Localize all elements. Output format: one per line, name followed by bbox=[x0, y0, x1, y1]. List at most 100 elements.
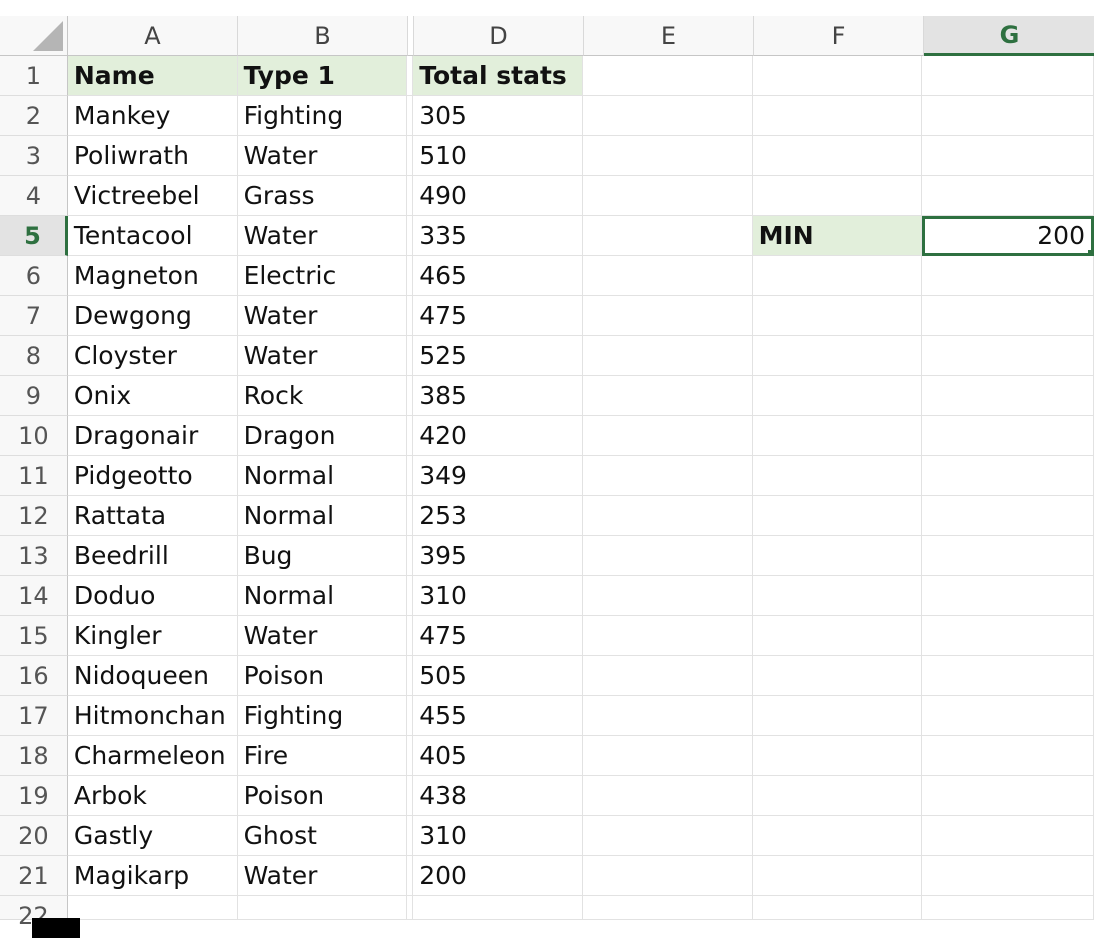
cell-e[interactable] bbox=[582, 256, 753, 296]
cell-a[interactable]: Tentacool bbox=[67, 216, 238, 256]
cell-a[interactable]: Dewgong bbox=[67, 296, 238, 336]
cell-a[interactable]: Arbok bbox=[67, 776, 238, 816]
cell-f[interactable] bbox=[752, 136, 923, 176]
cell-b[interactable]: Water bbox=[237, 336, 408, 376]
cell-d[interactable]: 490 bbox=[413, 176, 583, 216]
cell-b[interactable]: Normal bbox=[237, 456, 408, 496]
cell-e[interactable] bbox=[582, 736, 753, 776]
cell-f[interactable] bbox=[752, 56, 923, 96]
cell-d[interactable]: 310 bbox=[413, 576, 583, 616]
cell-g[interactable] bbox=[922, 856, 1094, 896]
cell-f[interactable] bbox=[752, 856, 923, 896]
row-header[interactable]: 13 bbox=[0, 536, 68, 576]
cell-f[interactable] bbox=[752, 736, 923, 776]
cell-d[interactable]: 200 bbox=[413, 856, 583, 896]
cell-e[interactable] bbox=[582, 216, 753, 256]
cell-f[interactable] bbox=[752, 816, 923, 856]
row-header[interactable]: 14 bbox=[0, 576, 68, 616]
cell-e[interactable] bbox=[582, 136, 753, 176]
cell-b[interactable]: Fighting bbox=[237, 696, 408, 736]
cell-b[interactable] bbox=[237, 896, 408, 920]
column-header-f[interactable]: F bbox=[754, 16, 924, 56]
cell-f[interactable] bbox=[752, 456, 923, 496]
cell-d[interactable]: 405 bbox=[413, 736, 583, 776]
cell-a[interactable]: Name bbox=[67, 56, 238, 96]
cell-g[interactable] bbox=[922, 536, 1094, 576]
row-header[interactable]: 19 bbox=[0, 776, 68, 816]
cell-b[interactable]: Water bbox=[237, 856, 408, 896]
cell-g[interactable] bbox=[922, 616, 1094, 656]
cell-g[interactable] bbox=[922, 736, 1094, 776]
cell-a[interactable]: Cloyster bbox=[67, 336, 238, 376]
cell-d[interactable]: 310 bbox=[413, 816, 583, 856]
cell-g[interactable] bbox=[922, 176, 1094, 216]
cell-f[interactable] bbox=[752, 896, 923, 920]
row-header[interactable]: 17 bbox=[0, 696, 68, 736]
cell-a[interactable]: Charmeleon bbox=[67, 736, 238, 776]
cell-f[interactable] bbox=[752, 696, 923, 736]
row-header[interactable]: 10 bbox=[0, 416, 68, 456]
cell-g[interactable] bbox=[922, 656, 1094, 696]
cell-f[interactable] bbox=[752, 96, 923, 136]
column-header-b[interactable]: B bbox=[238, 16, 408, 56]
cell-g[interactable] bbox=[922, 456, 1094, 496]
cell-g[interactable] bbox=[922, 56, 1094, 96]
cell-g[interactable] bbox=[922, 296, 1094, 336]
cell-g[interactable] bbox=[922, 256, 1094, 296]
cell-d[interactable]: 395 bbox=[413, 536, 583, 576]
cell-b[interactable]: Water bbox=[237, 216, 408, 256]
cell-a[interactable]: Gastly bbox=[67, 816, 238, 856]
cell-d[interactable]: 510 bbox=[413, 136, 583, 176]
cell-g[interactable] bbox=[922, 416, 1094, 456]
cell-f[interactable] bbox=[752, 336, 923, 376]
cell-e[interactable] bbox=[582, 176, 753, 216]
cell-a[interactable]: Magikarp bbox=[67, 856, 238, 896]
cell-a[interactable]: Mankey bbox=[67, 96, 238, 136]
cell-g[interactable] bbox=[922, 496, 1094, 536]
cell-a[interactable]: Nidoqueen bbox=[67, 656, 238, 696]
min-label-cell[interactable]: MIN bbox=[752, 216, 923, 256]
cell-e[interactable] bbox=[582, 456, 753, 496]
row-header[interactable]: 7 bbox=[0, 296, 68, 336]
cell-b[interactable]: Normal bbox=[237, 496, 408, 536]
cell-e[interactable] bbox=[582, 776, 753, 816]
cell-d[interactable]: 525 bbox=[413, 336, 583, 376]
cell-d[interactable]: 505 bbox=[413, 656, 583, 696]
cell-f[interactable] bbox=[752, 576, 923, 616]
cell-g[interactable] bbox=[922, 376, 1094, 416]
cell-e[interactable] bbox=[582, 56, 753, 96]
cell-a[interactable]: Poliwrath bbox=[67, 136, 238, 176]
cell-f[interactable] bbox=[752, 656, 923, 696]
cell-b[interactable]: Dragon bbox=[237, 416, 408, 456]
row-header[interactable]: 1 bbox=[0, 56, 68, 96]
select-all-corner[interactable] bbox=[0, 16, 68, 56]
cell-a[interactable]: Doduo bbox=[67, 576, 238, 616]
row-header[interactable]: 4 bbox=[0, 176, 68, 216]
cell-d[interactable]: 475 bbox=[413, 616, 583, 656]
column-header-g[interactable]: G bbox=[924, 16, 1094, 56]
cell-e[interactable] bbox=[582, 296, 753, 336]
cell-g[interactable] bbox=[922, 696, 1094, 736]
cell-f[interactable] bbox=[752, 416, 923, 456]
cell-f[interactable] bbox=[752, 536, 923, 576]
cell-d[interactable]: 335 bbox=[413, 216, 583, 256]
cell-b[interactable]: Ghost bbox=[237, 816, 408, 856]
cell-b[interactable]: Grass bbox=[237, 176, 408, 216]
cell-g[interactable] bbox=[922, 776, 1094, 816]
cell-b[interactable]: Water bbox=[237, 296, 408, 336]
cell-e[interactable] bbox=[582, 896, 753, 920]
cell-e[interactable] bbox=[582, 536, 753, 576]
row-header[interactable]: 16 bbox=[0, 656, 68, 696]
cell-e[interactable] bbox=[582, 696, 753, 736]
cell-e[interactable] bbox=[582, 856, 753, 896]
cell-e[interactable] bbox=[582, 336, 753, 376]
cell-a[interactable]: Onix bbox=[67, 376, 238, 416]
cell-e[interactable] bbox=[582, 616, 753, 656]
row-header[interactable]: 12 bbox=[0, 496, 68, 536]
cell-f[interactable] bbox=[752, 296, 923, 336]
cell-d[interactable]: 385 bbox=[413, 376, 583, 416]
cell-d[interactable]: 455 bbox=[413, 696, 583, 736]
cell-e[interactable] bbox=[582, 496, 753, 536]
cell-f[interactable] bbox=[752, 256, 923, 296]
cell-g[interactable] bbox=[922, 136, 1094, 176]
